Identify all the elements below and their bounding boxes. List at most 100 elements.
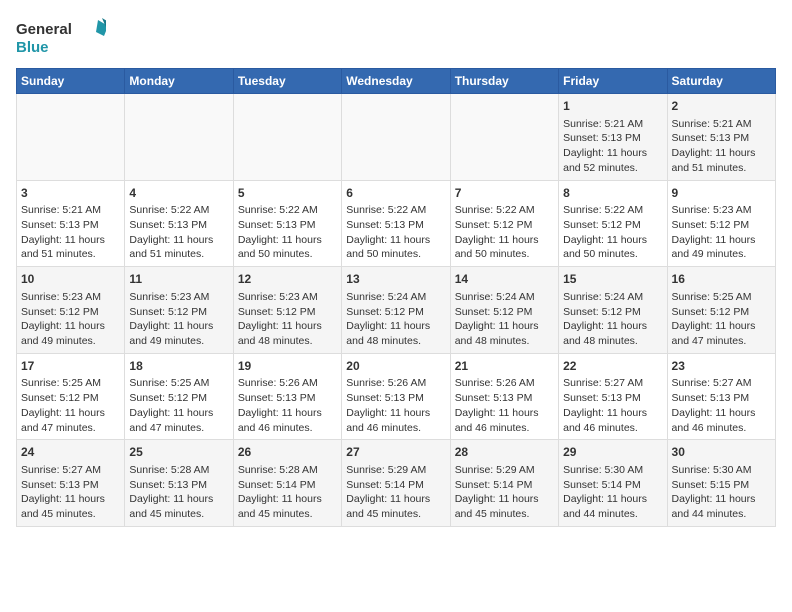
calendar-day-cell: 15 Sunrise: 5:24 AM Sunset: 5:12 PM Dayli… bbox=[559, 267, 667, 354]
day-number: 13 bbox=[346, 271, 445, 288]
day-number: 20 bbox=[346, 358, 445, 375]
calendar-day-cell: 5Sunrise: 5:22 AM Sunset: 5:13 PM Daylig… bbox=[233, 180, 341, 267]
day-number: 4 bbox=[129, 185, 228, 202]
day-info: Sunrise: 5:26 AM Sunset: 5:13 PM Dayligh… bbox=[455, 376, 554, 435]
day-info: Sunrise: 5:25 AM Sunset: 5:12 PM Dayligh… bbox=[672, 290, 771, 349]
day-number: 19 bbox=[238, 358, 337, 375]
day-info: Sunrise: 5:26 AM Sunset: 5:13 PM Dayligh… bbox=[238, 376, 337, 435]
calendar-day-cell bbox=[450, 94, 558, 181]
day-info: Sunrise: 5:30 AM Sunset: 5:15 PM Dayligh… bbox=[672, 463, 771, 522]
calendar-day-cell: 12 Sunrise: 5:23 AM Sunset: 5:12 PM Dayli… bbox=[233, 267, 341, 354]
day-number: 16 bbox=[672, 271, 771, 288]
day-number: 18 bbox=[129, 358, 228, 375]
calendar-day-cell: 4Sunrise: 5:22 AM Sunset: 5:13 PM Daylig… bbox=[125, 180, 233, 267]
day-info: Sunrise: 5:22 AM Sunset: 5:13 PM Dayligh… bbox=[238, 203, 337, 262]
calendar-day-cell bbox=[17, 94, 125, 181]
day-info: Sunrise: 5:26 AM Sunset: 5:13 PM Dayligh… bbox=[346, 376, 445, 435]
calendar-day-cell bbox=[342, 94, 450, 181]
day-number: 1 bbox=[563, 98, 662, 115]
day-number: 3 bbox=[21, 185, 120, 202]
days-of-week-row: SundayMondayTuesdayWednesdayThursdayFrid… bbox=[17, 69, 776, 94]
day-info: Sunrise: 5:27 AM Sunset: 5:13 PM Dayligh… bbox=[21, 463, 120, 522]
day-of-week-header: Wednesday bbox=[342, 69, 450, 94]
day-info: Sunrise: 5:29 AM Sunset: 5:14 PM Dayligh… bbox=[455, 463, 554, 522]
day-number: 22 bbox=[563, 358, 662, 375]
day-info: Sunrise: 5:22 AM Sunset: 5:12 PM Dayligh… bbox=[455, 203, 554, 262]
day-number: 15 bbox=[563, 271, 662, 288]
calendar-day-cell: 16 Sunrise: 5:25 AM Sunset: 5:12 PM Dayli… bbox=[667, 267, 775, 354]
calendar-day-cell: 27 Sunrise: 5:29 AM Sunset: 5:14 PM Dayli… bbox=[342, 440, 450, 527]
day-number: 24 bbox=[21, 444, 120, 461]
day-number: 26 bbox=[238, 444, 337, 461]
day-info: Sunrise: 5:21 AM Sunset: 5:13 PM Dayligh… bbox=[21, 203, 120, 262]
day-info: Sunrise: 5:23 AM Sunset: 5:12 PM Dayligh… bbox=[238, 290, 337, 349]
calendar-day-cell: 28 Sunrise: 5:29 AM Sunset: 5:14 PM Dayli… bbox=[450, 440, 558, 527]
calendar-day-cell: 23Sunrise: 5:27 AM Sunset: 5:13 PM Dayli… bbox=[667, 353, 775, 440]
day-info: Sunrise: 5:22 AM Sunset: 5:13 PM Dayligh… bbox=[129, 203, 228, 262]
day-number: 9 bbox=[672, 185, 771, 202]
day-number: 25 bbox=[129, 444, 228, 461]
day-info: Sunrise: 5:28 AM Sunset: 5:13 PM Dayligh… bbox=[129, 463, 228, 522]
calendar-day-cell: 22Sunrise: 5:27 AM Sunset: 5:13 PM Dayli… bbox=[559, 353, 667, 440]
day-of-week-header: Saturday bbox=[667, 69, 775, 94]
calendar-day-cell: 18Sunrise: 5:25 AM Sunset: 5:12 PM Dayli… bbox=[125, 353, 233, 440]
calendar-day-cell: 10Sunrise: 5:23 AM Sunset: 5:12 PM Dayli… bbox=[17, 267, 125, 354]
calendar-day-cell: 21Sunrise: 5:26 AM Sunset: 5:13 PM Dayli… bbox=[450, 353, 558, 440]
calendar-day-cell: 3Sunrise: 5:21 AM Sunset: 5:13 PM Daylig… bbox=[17, 180, 125, 267]
calendar-day-cell: 2 Sunrise: 5:21 AM Sunset: 5:13 PM Daylig… bbox=[667, 94, 775, 181]
day-number: 17 bbox=[21, 358, 120, 375]
day-number: 28 bbox=[455, 444, 554, 461]
logo-svg: General Blue bbox=[16, 16, 106, 58]
day-number: 8 bbox=[563, 185, 662, 202]
day-info: Sunrise: 5:21 AM Sunset: 5:13 PM Dayligh… bbox=[672, 117, 771, 176]
day-of-week-header: Tuesday bbox=[233, 69, 341, 94]
logo: General Blue bbox=[16, 16, 106, 58]
calendar-week-row: 1 Sunrise: 5:21 AM Sunset: 5:13 PM Daylig… bbox=[17, 94, 776, 181]
day-info: Sunrise: 5:22 AM Sunset: 5:12 PM Dayligh… bbox=[563, 203, 662, 262]
calendar-day-cell: 1 Sunrise: 5:21 AM Sunset: 5:13 PM Daylig… bbox=[559, 94, 667, 181]
calendar-day-cell: 13 Sunrise: 5:24 AM Sunset: 5:12 PM Dayli… bbox=[342, 267, 450, 354]
day-info: Sunrise: 5:28 AM Sunset: 5:14 PM Dayligh… bbox=[238, 463, 337, 522]
day-of-week-header: Friday bbox=[559, 69, 667, 94]
day-info: Sunrise: 5:30 AM Sunset: 5:14 PM Dayligh… bbox=[563, 463, 662, 522]
calendar-day-cell: 17Sunrise: 5:25 AM Sunset: 5:12 PM Dayli… bbox=[17, 353, 125, 440]
day-of-week-header: Thursday bbox=[450, 69, 558, 94]
calendar-day-cell: 14 Sunrise: 5:24 AM Sunset: 5:12 PM Dayli… bbox=[450, 267, 558, 354]
calendar-day-cell: 6Sunrise: 5:22 AM Sunset: 5:13 PM Daylig… bbox=[342, 180, 450, 267]
svg-text:Blue: Blue bbox=[16, 39, 49, 56]
day-info: Sunrise: 5:29 AM Sunset: 5:14 PM Dayligh… bbox=[346, 463, 445, 522]
day-info: Sunrise: 5:24 AM Sunset: 5:12 PM Dayligh… bbox=[563, 290, 662, 349]
day-info: Sunrise: 5:25 AM Sunset: 5:12 PM Dayligh… bbox=[21, 376, 120, 435]
calendar-week-row: 24 Sunrise: 5:27 AM Sunset: 5:13 PM Dayli… bbox=[17, 440, 776, 527]
day-number: 11 bbox=[129, 271, 228, 288]
day-number: 6 bbox=[346, 185, 445, 202]
day-info: Sunrise: 5:23 AM Sunset: 5:12 PM Dayligh… bbox=[672, 203, 771, 262]
calendar-body: 1 Sunrise: 5:21 AM Sunset: 5:13 PM Daylig… bbox=[17, 94, 776, 527]
day-number: 30 bbox=[672, 444, 771, 461]
calendar-day-cell bbox=[125, 94, 233, 181]
svg-text:General: General bbox=[16, 21, 72, 38]
calendar-day-cell: 9Sunrise: 5:23 AM Sunset: 5:12 PM Daylig… bbox=[667, 180, 775, 267]
calendar-day-cell: 11 Sunrise: 5:23 AM Sunset: 5:12 PM Dayli… bbox=[125, 267, 233, 354]
day-info: Sunrise: 5:21 AM Sunset: 5:13 PM Dayligh… bbox=[563, 117, 662, 176]
calendar-table: SundayMondayTuesdayWednesdayThursdayFrid… bbox=[16, 68, 776, 527]
page-header: General Blue bbox=[16, 16, 776, 58]
day-number: 14 bbox=[455, 271, 554, 288]
day-number: 2 bbox=[672, 98, 771, 115]
calendar-week-row: 10 Sunrise: 5:23 AM Sunset: 5:12 PM Dayli… bbox=[17, 267, 776, 354]
calendar-day-cell: 30 Sunrise: 5:30 AM Sunset: 5:15 PM Dayli… bbox=[667, 440, 775, 527]
day-info: Sunrise: 5:27 AM Sunset: 5:13 PM Dayligh… bbox=[563, 376, 662, 435]
calendar-week-row: 17Sunrise: 5:25 AM Sunset: 5:12 PM Dayli… bbox=[17, 353, 776, 440]
calendar-day-cell: 25 Sunrise: 5:28 AM Sunset: 5:13 PM Dayli… bbox=[125, 440, 233, 527]
day-info: Sunrise: 5:25 AM Sunset: 5:12 PM Dayligh… bbox=[129, 376, 228, 435]
day-info: Sunrise: 5:24 AM Sunset: 5:12 PM Dayligh… bbox=[455, 290, 554, 349]
calendar-day-cell: 26 Sunrise: 5:28 AM Sunset: 5:14 PM Dayli… bbox=[233, 440, 341, 527]
day-number: 27 bbox=[346, 444, 445, 461]
day-number: 10 bbox=[21, 271, 120, 288]
day-number: 7 bbox=[455, 185, 554, 202]
day-info: Sunrise: 5:22 AM Sunset: 5:13 PM Dayligh… bbox=[346, 203, 445, 262]
day-info: Sunrise: 5:23 AM Sunset: 5:12 PM Dayligh… bbox=[129, 290, 228, 349]
day-info: Sunrise: 5:24 AM Sunset: 5:12 PM Dayligh… bbox=[346, 290, 445, 349]
day-of-week-header: Monday bbox=[125, 69, 233, 94]
day-number: 12 bbox=[238, 271, 337, 288]
